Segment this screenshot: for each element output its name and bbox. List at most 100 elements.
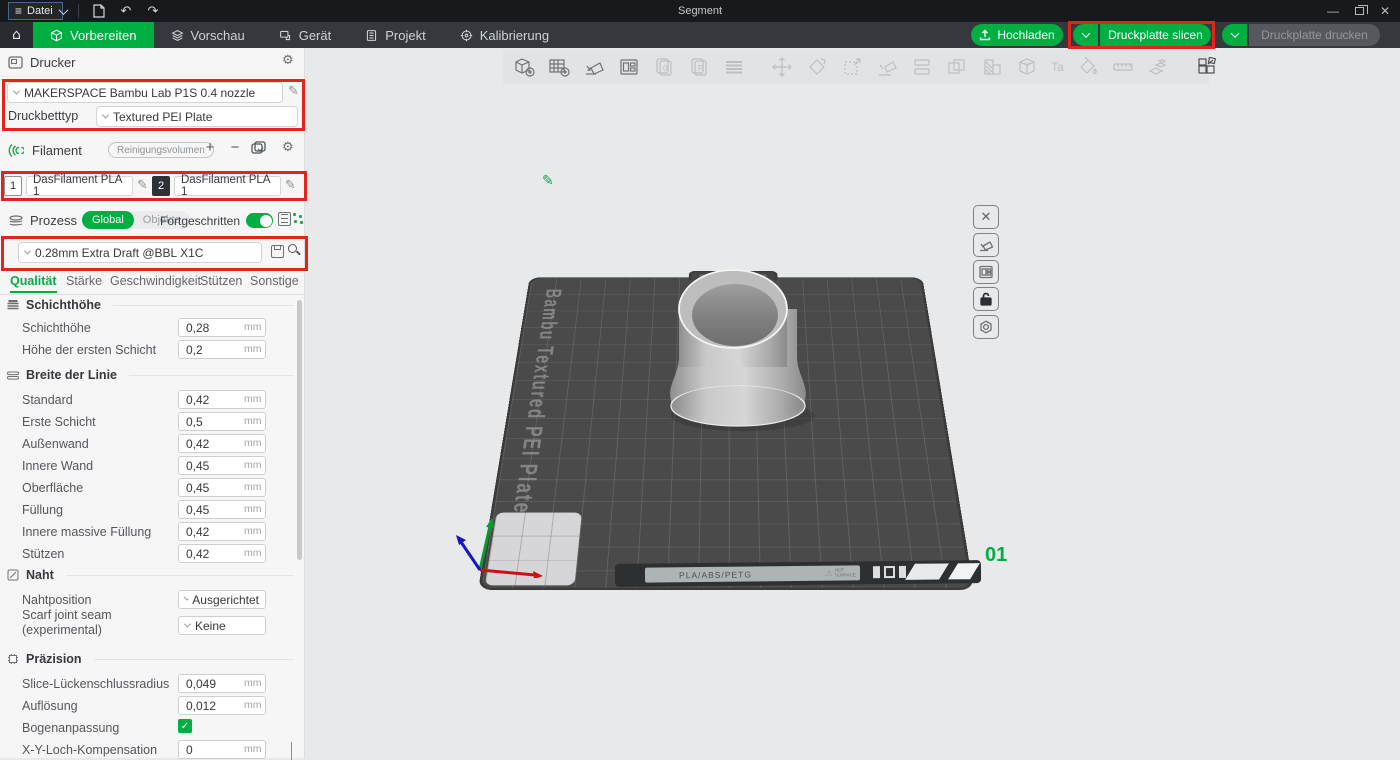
restore-button[interactable]: [1346, 0, 1372, 22]
slice-dropdown-button[interactable]: [1073, 24, 1098, 46]
plate-edit-pencil-icon[interactable]: ✎: [542, 173, 554, 189]
param-label: Standard: [22, 390, 73, 410]
process-section-title: Prozess: [30, 213, 77, 228]
model-object[interactable]: [661, 254, 831, 439]
filament-slot-1-badge[interactable]: 1: [4, 176, 22, 196]
paint-tool-icon[interactable]: [1077, 55, 1099, 79]
arrange-icon[interactable]: [618, 55, 640, 79]
param-label: Innere Wand: [22, 456, 93, 476]
split-plate-p-icon[interactable]: P: [688, 55, 710, 79]
preview-icon: [171, 29, 184, 42]
scope-global[interactable]: Global: [82, 211, 134, 229]
unit-label: mm: [244, 318, 264, 337]
add-object-icon[interactable]: [513, 55, 535, 79]
delete-plate-button[interactable]: ✕: [973, 205, 999, 229]
merge-objects-icon[interactable]: [946, 55, 968, 79]
tab-qualitaet[interactable]: Qualität: [10, 274, 57, 293]
auto-orient-icon[interactable]: [583, 55, 605, 79]
section-seam: Naht: [6, 568, 294, 582]
lay-on-face-icon[interactable]: [876, 55, 898, 79]
compare-presets-icon[interactable]: [293, 213, 303, 224]
rotate-icon[interactable]: [806, 55, 828, 79]
assembly-icon[interactable]: [1147, 55, 1169, 79]
add-plate-icon[interactable]: [548, 55, 570, 79]
ams-sync-icon[interactable]: [251, 141, 267, 155]
viewport-toolbar: 0 P Ta: [503, 50, 1209, 84]
home-icon: ⌂: [12, 27, 21, 43]
corner-marker: [948, 563, 980, 579]
lock-plate-button[interactable]: [973, 287, 999, 311]
tab-kalibrierung[interactable]: Kalibrierung: [443, 22, 566, 48]
scrollbar-thumb[interactable]: [297, 300, 302, 560]
printer-section-title: Drucker: [30, 55, 76, 70]
tab-projekt[interactable]: Projekt: [348, 22, 442, 48]
printer-settings-gear-icon[interactable]: ⚙: [282, 54, 294, 67]
print-plate-button[interactable]: Druckplatte drucken: [1249, 24, 1380, 46]
seam-position-select[interactable]: Ausgerichtet: [178, 590, 266, 609]
measure-icon[interactable]: [1112, 55, 1134, 79]
chevron-down-icon: [184, 596, 189, 601]
arrange-plate-button[interactable]: [973, 260, 999, 284]
filament-slot-2-badge[interactable]: 2: [152, 176, 170, 196]
titlebar: ≡ Datei ↶ ↷ Segment — ✕: [0, 0, 1400, 22]
edit-filament-1-icon[interactable]: ✎: [137, 178, 148, 193]
filament-icon: [8, 143, 24, 158]
tab-sonstige[interactable]: Sonstige: [250, 274, 299, 288]
remove-filament-button[interactable]: −: [227, 139, 243, 156]
auto-orient-plate-button[interactable]: [973, 233, 999, 257]
tab-stuetzen[interactable]: Stützen: [200, 274, 242, 288]
chevron-down-icon: [13, 88, 20, 95]
tab-geschwindigkeit[interactable]: Geschwindigkeit: [110, 274, 201, 288]
slice-plate-button[interactable]: Druckplatte slicen: [1100, 24, 1211, 46]
upload-button[interactable]: Hochladen: [971, 24, 1063, 46]
filament-settings-gear-icon[interactable]: ⚙: [282, 141, 294, 154]
advanced-label: Fortgeschritten: [160, 214, 240, 228]
edit-filament-2-icon[interactable]: ✎: [285, 178, 296, 193]
unit-label: mm: [244, 412, 264, 431]
param-label: Nahtposition: [22, 590, 92, 610]
chevron-down-icon: [1230, 29, 1238, 37]
save-preset-icon[interactable]: [271, 245, 284, 258]
minimize-button[interactable]: —: [1320, 0, 1346, 22]
restore-icon: [1355, 7, 1364, 15]
layers-icon[interactable]: [723, 55, 745, 79]
bed-type-select[interactable]: Textured PEI Plate: [96, 106, 298, 127]
arc-fitting-checkbox[interactable]: ✓: [178, 719, 192, 733]
close-button[interactable]: ✕: [1372, 0, 1398, 22]
filament-slot-2-name[interactable]: DasFilament PLA 1: [174, 176, 281, 196]
edit-printer-icon[interactable]: ✎: [288, 84, 299, 99]
svg-text:0: 0: [663, 64, 668, 73]
fill-solid-icon[interactable]: [981, 55, 1003, 79]
advanced-toggle[interactable]: [246, 213, 273, 228]
printer-preset-select[interactable]: MAKERSPACE Bambu Lab P1S 0.4 nozzle: [7, 82, 283, 103]
plate-marker-icons: [873, 566, 906, 578]
move-icon[interactable]: [771, 55, 793, 79]
split-plate-zero-icon[interactable]: 0: [653, 55, 675, 79]
plate-number: 01: [985, 544, 1007, 567]
tab-staerke[interactable]: Stärke: [66, 274, 102, 288]
viewport-3d[interactable]: 0 P Ta Bambu Textured PEI Plate: [305, 48, 1400, 758]
plate-settings-button[interactable]: [973, 315, 999, 339]
filament-slot-1-name[interactable]: DasFilament PLA 1: [26, 176, 133, 196]
process-preset-select[interactable]: 0.28mm Extra Draft @BBL X1C: [18, 242, 262, 263]
window-title: Segment: [0, 0, 1400, 22]
print-dropdown-button[interactable]: [1222, 24, 1247, 46]
unit-label: mm: [244, 500, 264, 519]
parameter-list-icon[interactable]: [278, 212, 291, 226]
text-tool-icon[interactable]: Ta: [1051, 55, 1064, 79]
plate-type-icon: [632, 567, 642, 576]
flushing-volumes-button[interactable]: Reinigungsvolumen: [108, 142, 214, 158]
split-to-objects-icon[interactable]: [1195, 55, 1217, 79]
param-label: Stützen: [22, 544, 64, 564]
search-preset-icon[interactable]: [288, 244, 297, 253]
tab-vorschau[interactable]: Vorschau: [154, 22, 262, 48]
tab-geraet[interactable]: Gerät: [262, 22, 349, 48]
add-filament-button[interactable]: +: [202, 139, 218, 156]
scroll-down-arrow[interactable]: [291, 742, 292, 760]
scarf-seam-select[interactable]: Keine: [178, 616, 266, 635]
home-tab[interactable]: ⌂: [0, 22, 33, 48]
tab-vorbereiten[interactable]: Vorbereiten: [33, 22, 154, 48]
cut-icon[interactable]: [1016, 55, 1038, 79]
scale-icon[interactable]: [841, 55, 863, 79]
split-horizontal-icon[interactable]: [911, 55, 933, 79]
